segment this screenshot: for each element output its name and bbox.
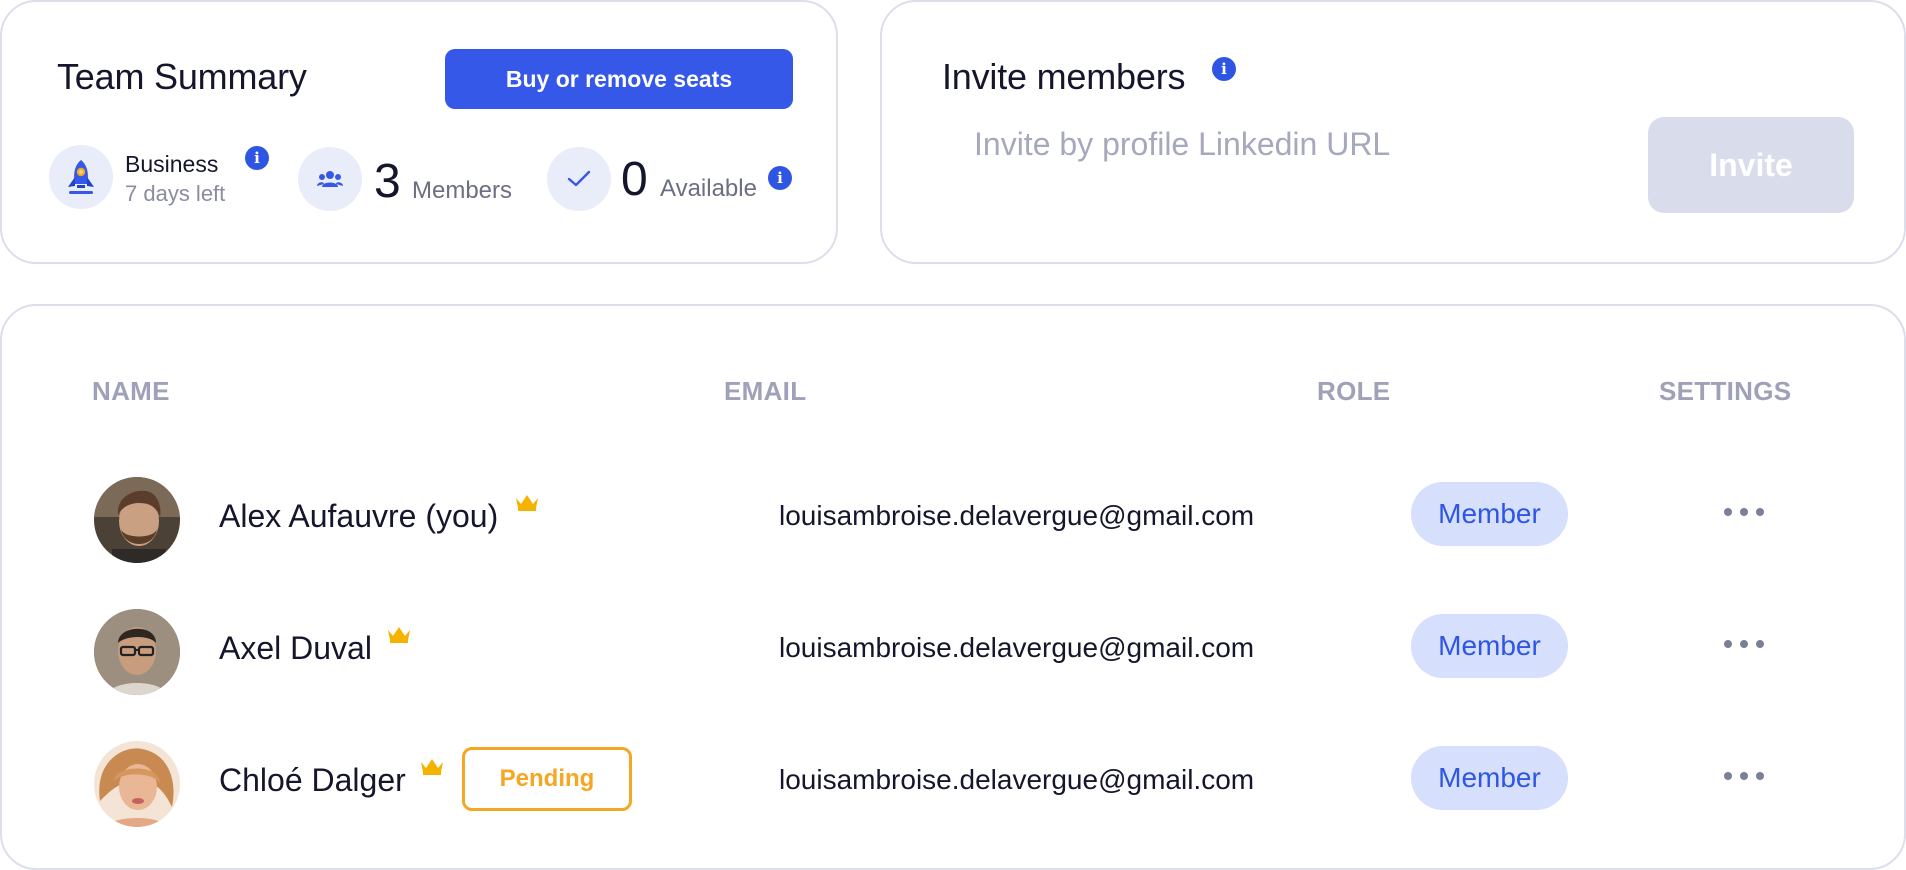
crown-icon [421,759,443,775]
crown-icon [388,627,410,643]
avatar [94,477,180,563]
check-icon [547,147,611,211]
role-badge[interactable]: Member [1411,746,1568,810]
column-header-settings: SETTINGS [1659,376,1792,406]
pending-status-badge: Pending [462,747,632,811]
table-row: Chloé Dalger Pending louisambroise.delav… [2,720,1906,830]
available-info-icon[interactable]: i [768,166,792,190]
member-name: Chloé Dalger [219,762,406,798]
table-row: Axel Duval louisambroise.delavergue@gmai… [2,588,1906,698]
plan-info-icon[interactable]: i [245,146,269,170]
members-count: 3 [374,155,401,208]
available-count: 0 [621,153,648,206]
member-email: louisambroise.delavergue@gmail.com [779,632,1255,663]
buy-remove-seats-button[interactable]: Buy or remove seats [445,49,793,109]
plan-days-left: 7 days left [125,181,226,206]
more-options-icon[interactable] [1724,632,1774,656]
linkedin-url-input[interactable] [974,114,1594,174]
member-email: louisambroise.delavergue@gmail.com [779,500,1255,531]
role-badge[interactable]: Member [1411,614,1568,678]
column-header-role[interactable]: ROLE [1317,376,1390,407]
column-header-email[interactable]: EMAIL [724,376,806,407]
team-summary-card: Team Summary Buy or remove seats Busines… [0,0,838,264]
members-label: Members [412,177,513,204]
rocket-icon [49,145,113,209]
column-header-name[interactable]: NAME [92,376,170,407]
plan-name: Business [125,151,219,177]
available-label: Available [660,175,757,202]
avatar [94,609,180,695]
invite-button[interactable]: Invite [1648,117,1854,213]
more-options-icon[interactable] [1724,764,1774,788]
team-summary-title: Team Summary [57,56,307,97]
member-name: Alex Aufauvre (you) [219,498,499,534]
member-name: Axel Duval [219,630,372,666]
users-icon [298,147,362,211]
crown-icon [516,495,538,511]
role-badge[interactable]: Member [1411,482,1568,546]
avatar [94,741,180,827]
more-options-icon[interactable] [1724,500,1774,524]
invite-members-title: Invite members [942,56,1186,97]
member-email: louisambroise.delavergue@gmail.com [779,764,1255,795]
members-table-card: NAME EMAIL ROLE SETTINGS Alex Aufauvre (… [0,304,1906,870]
table-row: Alex Aufauvre (you) louisambroise.delave… [2,456,1906,566]
invite-info-icon[interactable]: i [1212,57,1236,81]
invite-members-card: Invite members i Invite [880,0,1906,264]
